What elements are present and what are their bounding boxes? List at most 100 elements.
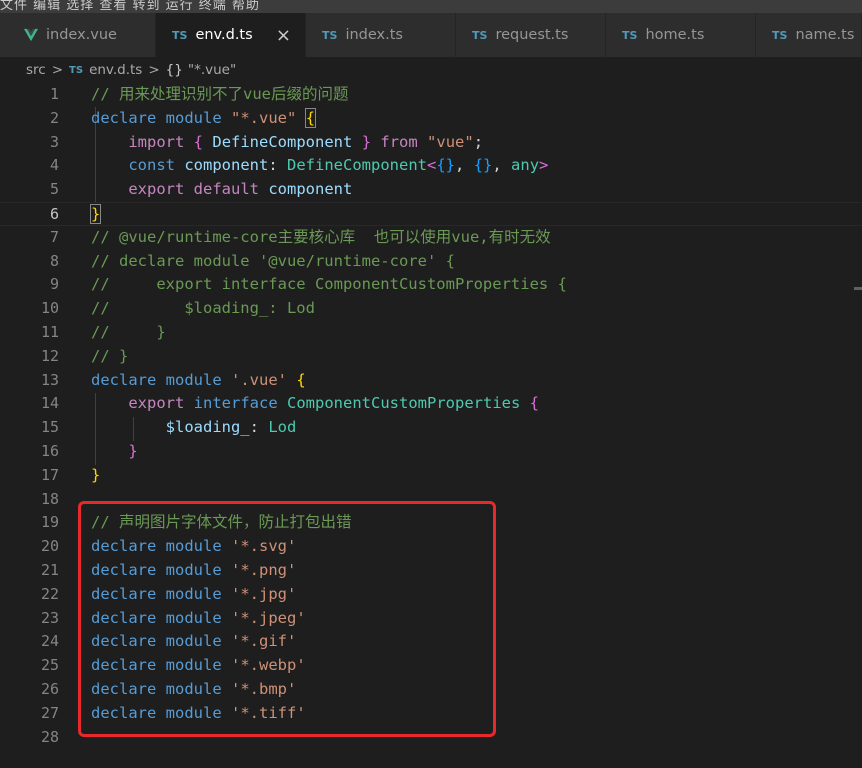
code-token: { bbox=[193, 132, 204, 151]
menu-bar-text[interactable]: 文件 编辑 选择 查看 转到 运行 终端 帮助 bbox=[0, 0, 260, 13]
tab-index-ts[interactable]: TS index.ts bbox=[306, 13, 456, 57]
code-line[interactable]: 5 export default component bbox=[0, 178, 862, 202]
code-line[interactable]: 7 // @vue/runtime-core主要核心库 也可以使用vue,有时无效 bbox=[0, 226, 862, 250]
line-number: 1 bbox=[49, 85, 59, 103]
code-token: component bbox=[268, 180, 353, 199]
line-number: 28 bbox=[40, 727, 59, 746]
code-token: declare bbox=[91, 370, 157, 389]
code-token: '*.jpg' bbox=[231, 584, 297, 603]
code-line[interactable]: 25 declare module '*.webp' bbox=[0, 654, 862, 678]
code-line[interactable]: 8 // declare module '@vue/runtime-core' { bbox=[0, 250, 862, 274]
code-text: declare module '*.jpeg' bbox=[91, 607, 306, 631]
code-line[interactable]: 15 $loading_: Lod bbox=[0, 416, 862, 440]
menu-bar[interactable]: 文件 编辑 选择 查看 转到 运行 终端 帮助 bbox=[0, 0, 862, 13]
code-token: '*.jpeg' bbox=[231, 608, 306, 627]
code-line[interactable]: 3 import { DefineComponent } from "vue"; bbox=[0, 131, 862, 155]
code-token: module bbox=[165, 561, 222, 579]
line-number: 4 bbox=[49, 156, 59, 175]
code-line[interactable]: 18 bbox=[0, 488, 862, 512]
line-number: 11 bbox=[40, 323, 59, 341]
code-token: module bbox=[165, 608, 222, 627]
code-token: "vue" bbox=[427, 132, 474, 151]
code-line[interactable]: 24 declare module '*.gif' bbox=[0, 630, 862, 654]
close-icon[interactable]: × bbox=[276, 25, 291, 46]
code-token: declare bbox=[91, 656, 157, 675]
line-number: 16 bbox=[40, 442, 59, 460]
line-number: 27 bbox=[40, 703, 59, 722]
code-line[interactable]: 12 // } bbox=[0, 345, 862, 369]
code-token: } bbox=[361, 132, 372, 151]
code-token: export bbox=[128, 394, 185, 413]
code-token: : bbox=[249, 418, 269, 437]
tab-env-d-ts[interactable]: TS env.d.ts × bbox=[156, 13, 306, 57]
code-token: '*.webp' bbox=[231, 656, 306, 675]
breadcrumb-symbol[interactable]: "*.vue" bbox=[188, 62, 236, 78]
code-line[interactable]: 11 // } bbox=[0, 321, 862, 345]
code-line[interactable]: 17} bbox=[0, 464, 862, 488]
code-line[interactable]: 20 declare module '*.svg' bbox=[0, 535, 862, 559]
tab-label: home.ts bbox=[645, 27, 705, 43]
code-line[interactable]: 23 declare module '*.jpeg' bbox=[0, 607, 862, 631]
tab-request-ts[interactable]: TS request.ts bbox=[456, 13, 606, 57]
tab-home-ts[interactable]: TS home.ts bbox=[606, 13, 756, 57]
code-token: , bbox=[455, 156, 474, 175]
code-token: module bbox=[165, 370, 222, 389]
tab-index-vue[interactable]: index.vue bbox=[0, 13, 156, 57]
code-line[interactable]: 4 const component: DefineComponent<{}, {… bbox=[0, 154, 862, 178]
code-token: {} bbox=[436, 156, 456, 175]
line-number: 20 bbox=[40, 537, 59, 556]
code-line[interactable]: 1 // 用来处理识别不了vue后缀的问题 bbox=[0, 83, 862, 107]
code-line[interactable]: 14 export interface ComponentCustomPrope… bbox=[0, 392, 862, 416]
code-token: // @vue/runtime-core主要核心库 也可以使用vue,有时无效 bbox=[91, 227, 551, 246]
code-line[interactable]: 2 declare module "*.vue" { bbox=[0, 107, 862, 131]
code-text: // 用来处理识别不了vue后缀的问题 bbox=[91, 83, 349, 107]
code-line[interactable]: 16 } bbox=[0, 440, 862, 464]
code-line[interactable]: 19 // 声明图片字体文件，防止打包出错 bbox=[0, 511, 862, 535]
line-number: 23 bbox=[40, 608, 59, 627]
ts-icon: TS bbox=[472, 28, 488, 42]
code-line[interactable]: 9 // export interface ComponentCustomProp… bbox=[0, 273, 862, 297]
code-line[interactable]: 27 declare module '*.tiff' bbox=[0, 702, 862, 726]
code-line[interactable]: 13 declare module '.vue' { bbox=[0, 369, 862, 393]
breadcrumb-folder[interactable]: src bbox=[26, 62, 46, 78]
code-text: // @vue/runtime-core主要核心库 也可以使用vue,有时无效 bbox=[91, 226, 551, 250]
code-token: $loading_ bbox=[165, 418, 250, 437]
code-text: } bbox=[91, 464, 100, 488]
code-editor[interactable]: 1 // 用来处理识别不了vue后缀的问题 2 declare module "*.v… bbox=[0, 83, 862, 768]
editor-tab-bar: index.vue TS env.d.ts × TS index.ts TS r… bbox=[0, 13, 862, 57]
code-line[interactable]: 6} bbox=[0, 202, 862, 226]
code-text: import { DefineComponent } from "vue"; bbox=[91, 131, 483, 155]
code-token: Lod bbox=[268, 418, 297, 437]
code-token: module bbox=[165, 680, 222, 698]
breadcrumb-file[interactable]: env.d.ts bbox=[89, 62, 142, 78]
chevron-right-icon: > bbox=[51, 62, 64, 78]
code-token: '*.png' bbox=[231, 561, 297, 579]
code-line[interactable]: 21 declare module '*.png' bbox=[0, 559, 862, 583]
code-line[interactable]: 26 declare module '*.bmp' bbox=[0, 678, 862, 702]
tab-name-ts[interactable]: TS name.ts bbox=[756, 13, 862, 57]
line-number: 22 bbox=[40, 584, 59, 603]
code-text: const component: DefineComponent<{}, {},… bbox=[91, 154, 548, 178]
line-number: 17 bbox=[40, 465, 59, 484]
code-text: // 声明图片字体文件，防止打包出错 bbox=[91, 511, 352, 535]
code-line[interactable]: 10 // $loading_: Lod bbox=[0, 297, 862, 321]
code-line[interactable]: 22 declare module '*.jpg' bbox=[0, 583, 862, 607]
line-number: 21 bbox=[40, 561, 59, 579]
code-text: declare module '*.webp' bbox=[91, 654, 306, 678]
tab-label: index.ts bbox=[345, 27, 403, 43]
code-text: export default component bbox=[91, 178, 352, 202]
code-line[interactable]: 28 bbox=[0, 726, 862, 750]
code-token: declare bbox=[91, 703, 157, 722]
code-text: declare module '*.jpg' bbox=[91, 583, 296, 607]
